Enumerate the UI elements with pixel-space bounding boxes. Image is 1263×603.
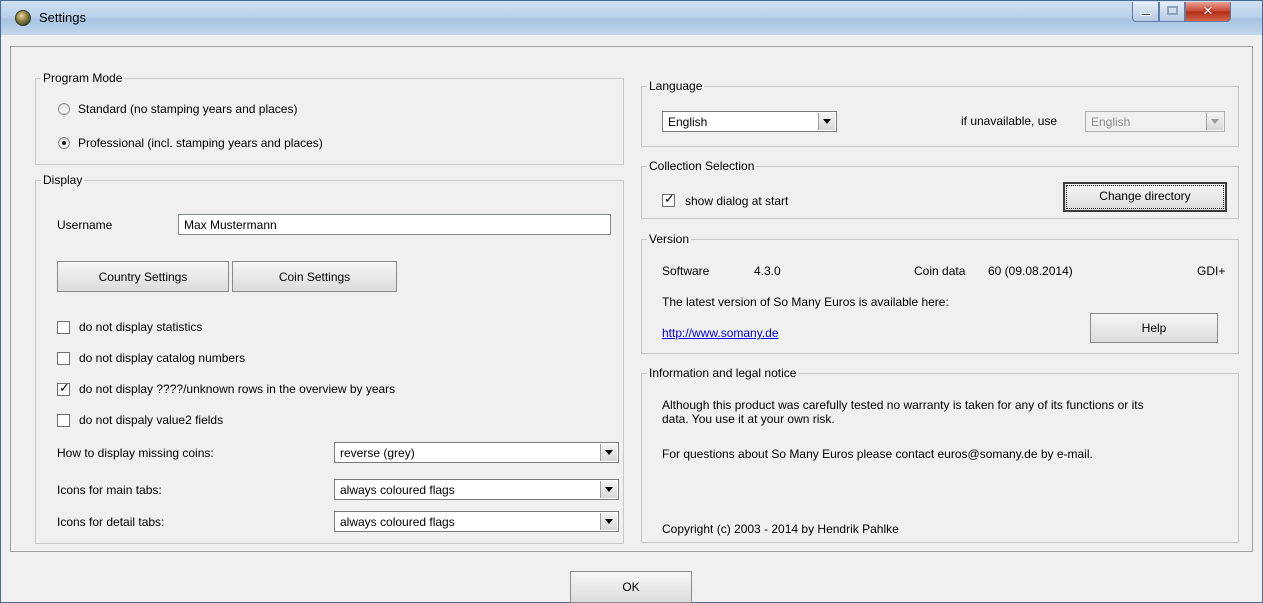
program-mode-legend: Program Mode [41, 71, 125, 85]
missing-coins-select[interactable]: reverse (grey) [334, 442, 619, 463]
main-tabs-icons-select[interactable]: always coloured flags [334, 479, 619, 500]
language-select[interactable]: English [662, 111, 837, 132]
language-legend: Language [647, 79, 705, 93]
change-directory-button[interactable]: Change directory [1063, 182, 1227, 212]
title-bar[interactable]: Settings ✕ [1, 1, 1262, 35]
coin-data-version: 60 (09.08.2014) [988, 264, 1073, 278]
ok-button[interactable]: OK [570, 571, 692, 603]
fallback-language-value: English [1091, 115, 1131, 129]
country-settings-button[interactable]: Country Settings [57, 261, 229, 292]
show-dialog-label[interactable]: show dialog at start [685, 194, 788, 208]
professional-mode-radio[interactable] [58, 137, 70, 149]
legal-notice-legend: Information and legal notice [647, 366, 799, 380]
dialog-client-area: Program Mode Standard (no stamping years… [10, 46, 1253, 552]
program-mode-group: Program Mode Standard (no stamping years… [35, 71, 624, 165]
maximize-icon [1166, 6, 1178, 15]
maximize-button[interactable] [1159, 2, 1185, 22]
no-value2-label[interactable]: do not dispaly value2 fields [79, 413, 223, 427]
coin-data-label: Coin data [914, 264, 966, 278]
close-button[interactable]: ✕ [1185, 2, 1231, 22]
standard-mode-label[interactable]: Standard (no stamping years and places) [78, 102, 297, 116]
no-unknown-rows-checkbox[interactable] [57, 381, 70, 396]
close-icon: ✕ [1202, 4, 1214, 19]
chevron-down-icon[interactable] [818, 113, 835, 130]
renderer-label: GDI+ [1197, 264, 1226, 278]
detail-tabs-icons-label: Icons for detail tabs: [57, 515, 165, 529]
version-legend: Version [647, 232, 692, 246]
minimize-icon [1140, 13, 1151, 16]
collection-selection-legend: Collection Selection [647, 159, 757, 173]
settings-window: Settings ✕ Program Mode Standard (no sta… [0, 0, 1263, 603]
no-catalog-numbers-checkbox[interactable] [57, 352, 70, 365]
chevron-down-icon [1206, 113, 1223, 130]
chevron-down-icon[interactable] [600, 481, 617, 498]
copyright-text: Copyright (c) 2003 - 2014 by Hendrik Pah… [662, 522, 899, 536]
standard-mode-radio[interactable] [58, 103, 70, 115]
language-value: English [668, 115, 708, 129]
main-tabs-icons-value: always coloured flags [340, 483, 455, 497]
display-legend: Display [41, 173, 85, 187]
missing-coins-value: reverse (grey) [340, 446, 415, 460]
professional-mode-label[interactable]: Professional (incl. stamping years and p… [78, 136, 323, 150]
software-version: 4.3.0 [754, 264, 781, 278]
no-statistics-checkbox[interactable] [57, 321, 70, 334]
display-group: Display Username Max Mustermann Country … [35, 173, 624, 544]
collection-selection-group: Collection Selection show dialog at star… [641, 159, 1239, 219]
chevron-down-icon[interactable] [600, 444, 617, 461]
coin-icon [15, 10, 31, 26]
no-catalog-numbers-label[interactable]: do not display catalog numbers [79, 351, 245, 365]
no-unknown-rows-label[interactable]: do not display ????/unknown rows in the … [79, 382, 395, 396]
no-statistics-label[interactable]: do not display statistics [79, 320, 202, 334]
main-tabs-icons-label: Icons for main tabs: [57, 483, 162, 497]
language-group: Language English if unavailable, use Eng… [641, 79, 1239, 147]
missing-coins-label: How to display missing coins: [57, 446, 214, 460]
fallback-language-select: English [1085, 111, 1225, 132]
latest-version-text: The latest version of So Many Euros is a… [662, 295, 949, 309]
username-label: Username [57, 218, 113, 232]
website-link[interactable]: http://www.somany.de [662, 326, 779, 340]
software-label: Software [662, 264, 710, 278]
fallback-language-label: if unavailable, use [961, 114, 1058, 128]
detail-tabs-icons-value: always coloured flags [340, 515, 455, 529]
username-input[interactable]: Max Mustermann [178, 214, 611, 235]
no-value2-checkbox[interactable] [57, 414, 70, 427]
show-dialog-checkbox[interactable] [662, 192, 675, 207]
detail-tabs-icons-select[interactable]: always coloured flags [334, 511, 619, 532]
warranty-line-1: Although this product was carefully test… [662, 398, 1144, 412]
version-group: Version Software 4.3.0 Coin data 60 (09.… [641, 232, 1239, 354]
coin-settings-button[interactable]: Coin Settings [232, 261, 397, 292]
window-title: Settings [39, 10, 86, 25]
warranty-line-2: data. You use it at your own risk. [662, 412, 835, 426]
minimize-button[interactable] [1132, 2, 1159, 22]
legal-notice-group: Information and legal notice Although th… [641, 366, 1239, 543]
chevron-down-icon[interactable] [600, 513, 617, 530]
contact-text: For questions about So Many Euros please… [662, 447, 1093, 461]
help-button[interactable]: Help [1090, 313, 1218, 343]
